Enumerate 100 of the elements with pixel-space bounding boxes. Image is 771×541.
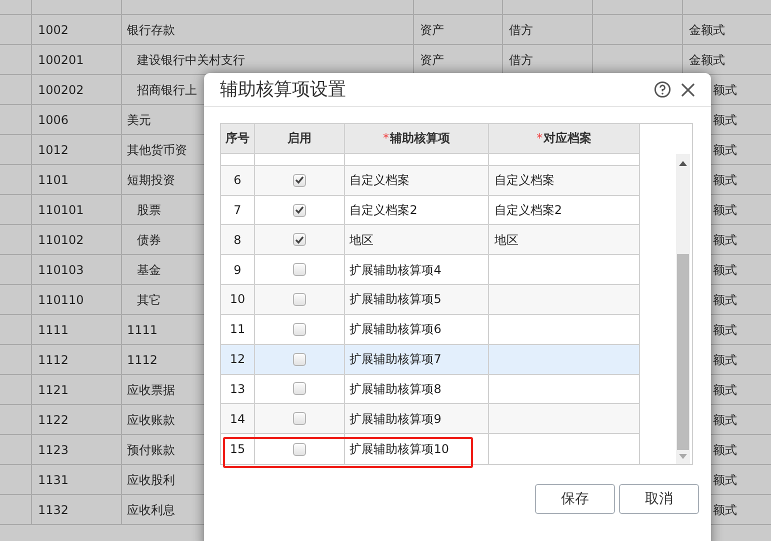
account-name: 1112 — [127, 352, 158, 368]
account-code: 1112 — [38, 352, 69, 368]
balance-direction: 借方 — [509, 22, 533, 38]
account-format: 额式 — [713, 82, 737, 98]
account-format: 额式 — [713, 442, 737, 458]
scrollbar[interactable] — [676, 154, 690, 464]
checkbox[interactable] — [292, 322, 306, 336]
item-name: 地区 — [350, 232, 374, 249]
checkbox[interactable] — [292, 204, 306, 216]
account-format: 额式 — [713, 382, 737, 398]
dialog-button[interactable]: 保存 — [535, 484, 615, 514]
account-name: 应收票据 — [127, 382, 175, 398]
account-name: 基金 — [137, 262, 161, 278]
row-number: 7 — [234, 202, 242, 219]
table-row[interactable]: 8 地区 地区 — [221, 225, 639, 256]
account-format: 额式 — [713, 292, 737, 308]
archive-name: 自定义档案 — [494, 172, 554, 190]
account-format: 额式 — [713, 172, 737, 188]
scroll-up-icon[interactable] — [679, 161, 687, 166]
check-icon — [294, 206, 304, 214]
balance-direction: 借方 — [509, 52, 533, 68]
column-header: 辅助核算项 — [390, 130, 450, 148]
row-number: 13 — [230, 380, 246, 398]
account-code: 1012 — [38, 142, 69, 158]
row-number: 8 — [234, 232, 242, 249]
account-code: 110101 — [38, 202, 84, 218]
item-name: 扩展辅助核算项5 — [350, 291, 442, 308]
checkbox[interactable] — [292, 352, 306, 366]
account-name: 短期投资 — [127, 172, 175, 188]
account-name: 应收账款 — [127, 412, 175, 428]
check-icon — [294, 176, 304, 184]
account-code: 110110 — [38, 292, 84, 308]
checkbox[interactable] — [292, 442, 306, 456]
table-row[interactable]: 12 扩展辅助核算项7 — [221, 344, 639, 375]
account-name: 预付账款 — [127, 442, 175, 458]
account-code: 100202 — [38, 82, 84, 98]
account-format: 金额式 — [689, 22, 725, 38]
account-format: 额式 — [713, 232, 737, 248]
account-code: 110103 — [38, 262, 84, 278]
table-row[interactable]: 7 自定义档案2 自定义档案2 — [221, 196, 639, 226]
row-number: 10 — [230, 291, 246, 308]
item-name: 扩展辅助核算项10 — [350, 441, 449, 458]
table-row[interactable]: 14 扩展辅助核算项9 — [221, 404, 639, 434]
account-code: 1002 — [38, 22, 69, 38]
checkbox[interactable] — [292, 174, 306, 187]
checkbox[interactable] — [292, 292, 306, 306]
account-format: 额式 — [713, 352, 737, 368]
account-code: 110102 — [38, 232, 84, 248]
table-row[interactable]: 13 扩展辅助核算项8 — [221, 374, 639, 404]
account-code: 100201 — [38, 52, 84, 68]
item-name: 自定义档案2 — [350, 202, 418, 219]
dialog-button[interactable]: 取消 — [619, 484, 699, 514]
account-format: 额式 — [713, 262, 737, 278]
account-name: 应收股利 — [127, 472, 175, 488]
required-marker: * — [536, 130, 543, 148]
row-number: 15 — [230, 441, 246, 458]
account-code: 1122 — [38, 412, 69, 428]
row-number: 6 — [234, 172, 242, 190]
row-number: 14 — [230, 410, 246, 428]
account-format: 额式 — [713, 472, 737, 488]
table-row[interactable]: 10 扩展辅助核算项5 — [221, 285, 639, 315]
column-header: 启用 — [287, 130, 312, 148]
row-number: 12 — [230, 351, 246, 368]
column-header: 序号 — [225, 130, 250, 148]
item-name: 扩展辅助核算项4 — [350, 262, 442, 279]
checkbox[interactable] — [292, 382, 306, 396]
help-icon[interactable] — [654, 81, 671, 98]
column-header: 对应档案 — [544, 130, 592, 148]
item-name: 扩展辅助核算项9 — [350, 410, 442, 428]
checkbox[interactable] — [292, 412, 306, 426]
account-code: 1132 — [38, 502, 69, 518]
account-type: 资产 — [420, 22, 444, 38]
account-code: 1101 — [38, 172, 69, 188]
item-name: 扩展辅助核算项7 — [350, 351, 442, 368]
checkbox[interactable] — [292, 233, 306, 246]
table-row[interactable]: 6 自定义档案 自定义档案 — [221, 166, 639, 196]
item-name: 自定义档案 — [350, 172, 410, 190]
account-name: 建设银行中关村支行 — [137, 52, 245, 68]
dialog-title: 辅助核算项设置 — [220, 78, 347, 102]
account-format: 额式 — [713, 412, 737, 428]
account-name: 美元 — [127, 112, 151, 128]
table-row[interactable]: 11 扩展辅助核算项6 — [221, 314, 639, 345]
required-marker: * — [383, 130, 390, 148]
account-format: 额式 — [713, 322, 737, 338]
checkbox[interactable] — [292, 263, 306, 276]
account-name: 应收利息 — [127, 502, 175, 518]
check-icon — [294, 236, 304, 244]
account-name: 债券 — [137, 232, 161, 248]
close-icon[interactable] — [681, 82, 695, 96]
table-row[interactable]: 9 扩展辅助核算项4 — [221, 255, 639, 286]
account-format: 额式 — [713, 142, 737, 158]
account-name: 其他货币资 — [127, 142, 187, 158]
account-type: 资产 — [420, 52, 444, 68]
archive-name: 自定义档案2 — [494, 202, 562, 219]
account-format: 金额式 — [689, 52, 725, 68]
scroll-thumb[interactable] — [677, 254, 689, 450]
account-code: 1131 — [38, 472, 69, 488]
account-name: 1111 — [127, 322, 158, 338]
account-format: 额式 — [713, 502, 737, 518]
scroll-down-icon[interactable] — [679, 454, 687, 459]
